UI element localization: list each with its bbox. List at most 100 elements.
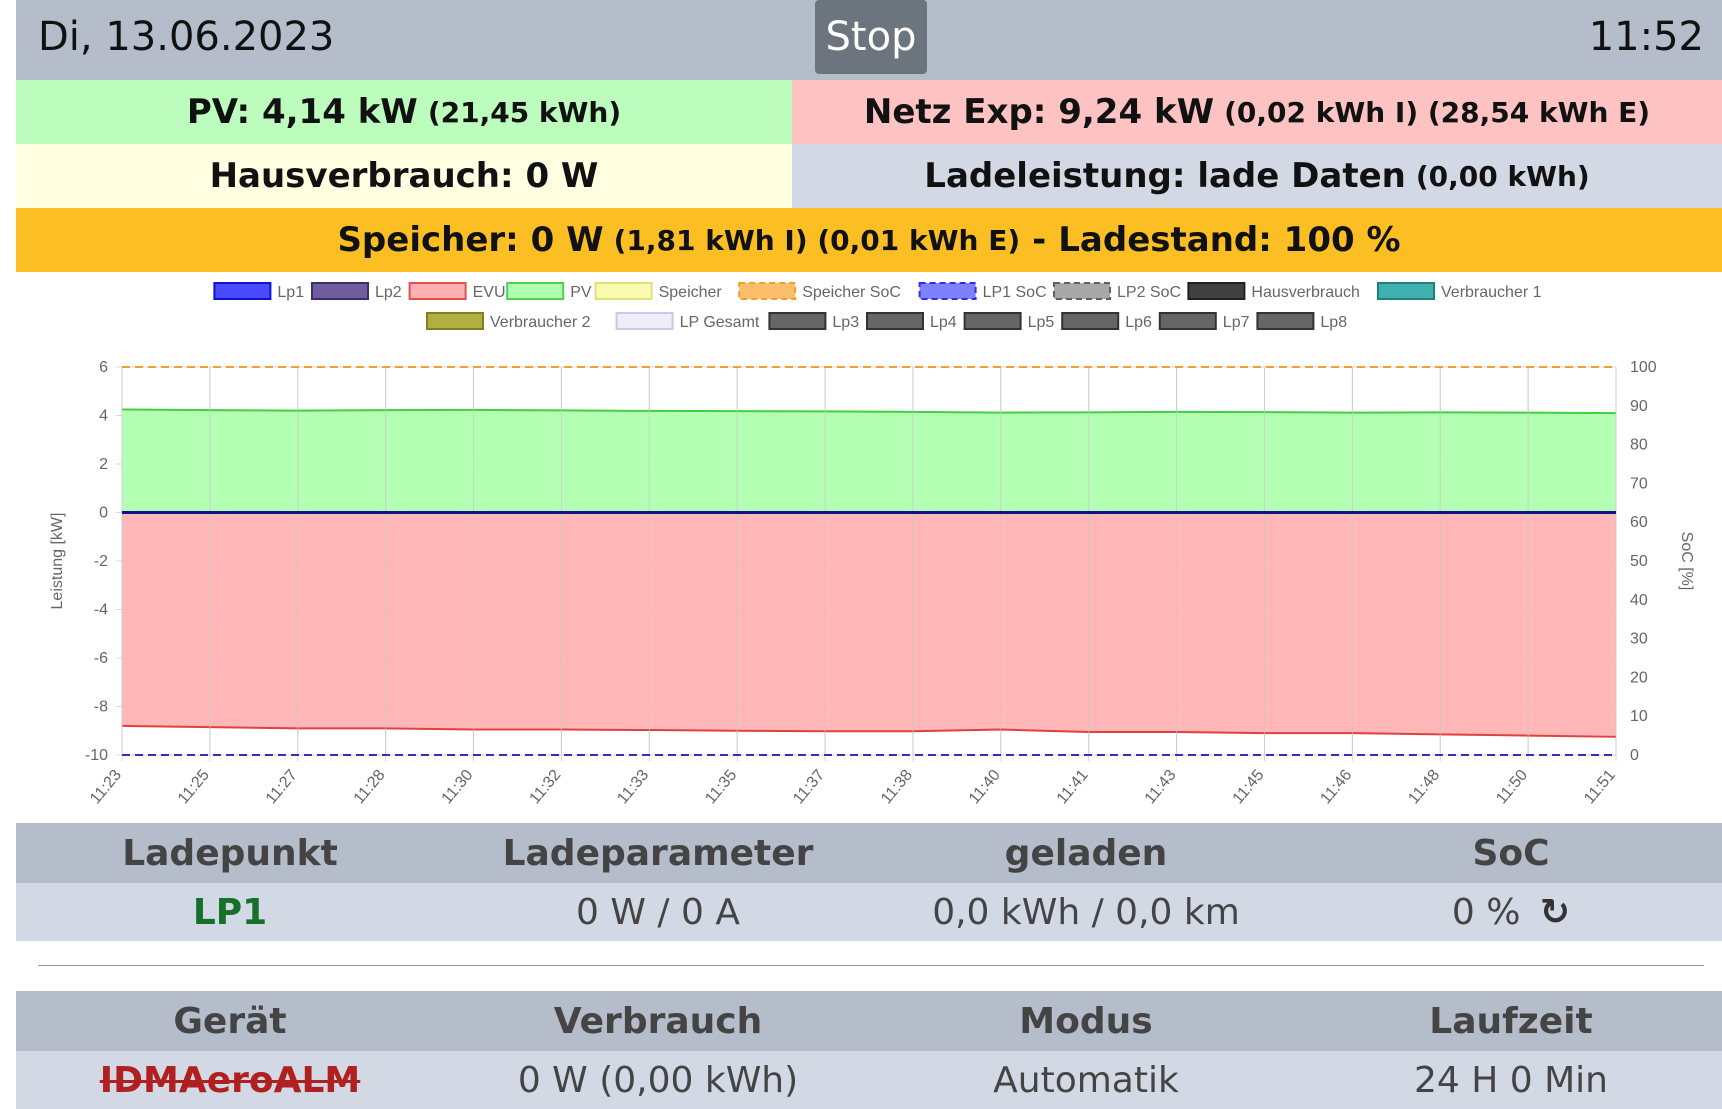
col-verbrauch: Verbrauch xyxy=(553,1000,763,1042)
y-tick-label: -2 xyxy=(94,553,108,570)
time-display: 11:52 xyxy=(1588,14,1704,60)
geraet-verbrauch: 0 W (0,00 kWh) xyxy=(517,1059,799,1101)
y2-tick-label: 90 xyxy=(1630,398,1648,415)
legend-label: Speicher xyxy=(659,284,723,301)
legend-label: Hausverbrauch xyxy=(1251,284,1360,301)
legend-label: Lp4 xyxy=(930,314,957,331)
status-row-1: PV: 4,14 kW (21,45 kWh) Netz Exp: 9,24 k… xyxy=(16,80,1722,144)
y2-tick-label: 60 xyxy=(1630,514,1648,531)
speicher-label: Speicher: 0 W xyxy=(337,220,604,260)
y2-tick-label: 0 xyxy=(1630,747,1639,764)
ladepunkt-name[interactable]: LP1 xyxy=(16,892,444,933)
legend-label: Speicher SoC xyxy=(802,284,901,301)
refresh-icon[interactable]: ↻ xyxy=(1540,892,1570,933)
x-tick-label: 11:35 xyxy=(702,767,740,808)
evu-area xyxy=(122,512,1616,737)
x-tick-label: 11:38 xyxy=(878,767,916,808)
hausverbrauch-status: Hausverbrauch: 0 W xyxy=(16,144,792,208)
legend-label: Lp8 xyxy=(1320,314,1347,331)
x-tick-label: 11:30 xyxy=(439,767,477,808)
col-geraet: Gerät xyxy=(173,1000,287,1042)
ladepunkt-table: Ladepunkt Ladeparameter geladen SoC LP1 … xyxy=(16,823,1722,941)
y2-tick-label: 70 xyxy=(1630,475,1648,492)
ladeleistung-status: Ladeleistung: lade Daten (0,00 kWh) xyxy=(792,144,1722,208)
ladepunkt-table-header: Ladepunkt Ladeparameter geladen SoC xyxy=(16,823,1722,883)
legend-swatch xyxy=(1053,282,1111,300)
y2-tick-label: 50 xyxy=(1630,553,1648,570)
y2-tick-label: 40 xyxy=(1630,592,1648,609)
legend-swatch xyxy=(1061,312,1120,330)
x-tick-label: 11:28 xyxy=(351,767,389,808)
y2-tick-label: 80 xyxy=(1630,437,1648,454)
col-geladen: geladen xyxy=(1004,832,1168,874)
legend-label: PV xyxy=(570,284,592,301)
table-row: IDMAeroALM 0 W (0,00 kWh) Automatik 24 H… xyxy=(16,1051,1722,1109)
geraete-table: Gerät Verbrauch Modus Laufzeit IDMAeroAL… xyxy=(16,991,1722,1109)
table-row: LP1 0 W / 0 A 0,0 kWh / 0,0 km 0 % ↻ xyxy=(16,883,1722,941)
y-axis-label: Leistung [kW] xyxy=(49,513,66,610)
date-display: Di, 13.06.2023 xyxy=(38,14,335,60)
legend-label: Lp6 xyxy=(1125,314,1152,331)
y-tick-label: 6 xyxy=(99,359,108,376)
x-tick-label: 11:23 xyxy=(87,767,125,808)
legend-label: LP2 SoC xyxy=(1117,284,1181,301)
divider xyxy=(38,965,1704,966)
y-tick-label: 4 xyxy=(99,408,108,425)
ladepunkt-param: 0 W / 0 A xyxy=(576,891,740,933)
legend-swatch xyxy=(1187,282,1246,300)
y-tick-label: -6 xyxy=(94,650,108,667)
pv-label: PV: 4,14 kW xyxy=(186,92,418,132)
col-ladeparameter: Ladeparameter xyxy=(502,832,814,874)
legend-swatch xyxy=(918,282,977,300)
x-tick-label: 11:27 xyxy=(263,767,301,808)
netz-label: Netz Exp: 9,24 kW xyxy=(863,92,1215,132)
speicher-status: Speicher: 0 W (1,81 kWh I) (0,01 kWh E) … xyxy=(16,208,1722,272)
legend-swatch xyxy=(408,282,467,300)
y-tick-label: 0 xyxy=(99,505,108,522)
ladeleistung-detail: (0,00 kWh) xyxy=(1415,159,1590,193)
status-row-3: Speicher: 0 W (1,81 kWh I) (0,01 kWh E) … xyxy=(16,208,1722,272)
legend-label: Verbraucher 2 xyxy=(490,314,591,331)
ladepunkt-soc: 0 % ↻ xyxy=(1300,892,1722,933)
col-modus: Modus xyxy=(1019,1000,1153,1042)
col-soc: SoC xyxy=(1472,832,1550,874)
legend-swatch xyxy=(426,312,484,330)
x-tick-label: 11:32 xyxy=(526,767,564,808)
geraet-modus: Automatik xyxy=(993,1059,1179,1101)
power-chart[interactable]: Lp1 Lp2 EVU PV Speicher Speicher SoC LP1 SoC LP… xyxy=(0,280,1722,820)
geraet-name[interactable]: IDMAeroALM xyxy=(16,1060,444,1101)
col-laufzeit: Laufzeit xyxy=(1429,1000,1593,1042)
pv-detail: (21,45 kWh) xyxy=(427,95,622,129)
ladeleistung-label: Ladeleistung: lade Daten xyxy=(924,156,1406,196)
x-tick-label: 11:46 xyxy=(1317,767,1355,808)
legend-label: LP1 SoC xyxy=(983,284,1047,301)
x-tick-label: 11:37 xyxy=(790,767,828,808)
stop-button[interactable]: Stop xyxy=(815,0,927,74)
x-tick-label: 11:41 xyxy=(1054,767,1092,808)
legend-label: Verbraucher 1 xyxy=(1441,284,1542,301)
y2-tick-label: 10 xyxy=(1630,708,1648,725)
legend-swatch xyxy=(1377,282,1435,300)
netz-detail: (0,02 kWh I) (28,54 kWh E) xyxy=(1224,95,1651,129)
pv-area xyxy=(122,409,1616,513)
legend-swatch xyxy=(866,312,924,330)
y-tick-label: -10 xyxy=(85,747,108,764)
legend-swatch xyxy=(738,282,797,300)
x-tick-label: 11:33 xyxy=(614,767,652,808)
y-tick-label: 2 xyxy=(99,456,108,473)
x-tick-label: 11:25 xyxy=(175,767,213,808)
geraet-laufzeit: 24 H 0 Min xyxy=(1414,1059,1608,1101)
pv-status: PV: 4,14 kW (21,45 kWh) xyxy=(16,80,792,144)
ladepunkt-geladen: 0,0 kWh / 0,0 km xyxy=(932,891,1240,933)
x-tick-label: 11:50 xyxy=(1493,767,1531,808)
x-tick-label: 11:43 xyxy=(1142,767,1180,808)
legend-swatch xyxy=(615,312,674,330)
legend-label: EVU xyxy=(473,284,506,301)
legend-swatch xyxy=(1256,312,1315,330)
x-tick-label: 11:45 xyxy=(1230,767,1268,808)
legend-swatch xyxy=(963,312,1022,330)
legend-swatch xyxy=(1158,312,1217,330)
x-tick-label: 11:40 xyxy=(966,767,1004,808)
legend-label: Lp7 xyxy=(1223,314,1250,331)
y2-axis-label: SoC [%] xyxy=(1678,532,1695,591)
